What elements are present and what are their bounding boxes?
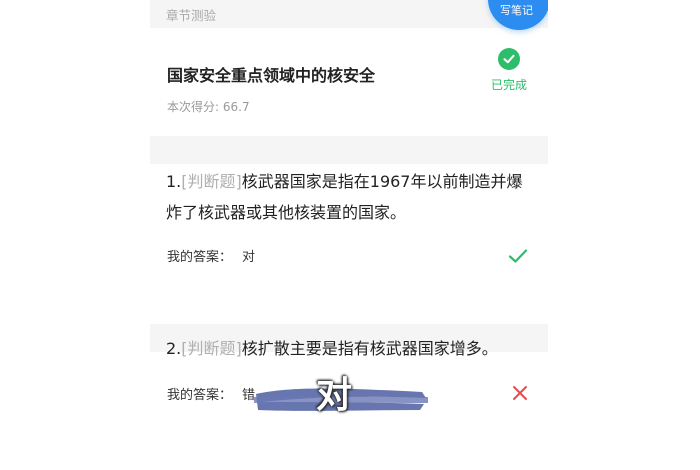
write-note-label: 写笔记 [500, 4, 533, 17]
question-number: 1. [166, 172, 182, 191]
section-title: 章节测验 [166, 7, 217, 23]
card-gap [150, 136, 548, 164]
overlay-caption: 对 [316, 375, 353, 416]
question-type: [判断题] [181, 339, 242, 358]
completed-label: 已完成 [490, 78, 527, 92]
question-card-3-partial [150, 440, 548, 470]
wrong-cross-icon [509, 382, 531, 404]
quiz-title: 国家安全重点领域中的核安全 [167, 66, 376, 85]
answer-row-1: 我的答案： 对 [167, 246, 255, 265]
question-1-text-block: 1.[判断题]核武器国家是指在1967年以前制造并爆炸了核武器或其他核装置的国家… [166, 166, 536, 228]
completed-status: 已完成 [486, 48, 532, 93]
question-2-text-block: 2.[判断题]核扩散主要是指有核武器国家增多。 [166, 333, 536, 364]
answer-value: 对 [242, 250, 256, 265]
correct-check-icon [507, 245, 529, 267]
answer-row-2: 我的答案：错 [167, 384, 255, 403]
screen: 章节测验 写笔记 国家安全重点领域中的核安全 本次得分: 66.7 已完成 1.… [0, 0, 700, 470]
question-type: [判断题] [181, 172, 242, 191]
question-text: 核扩散主要是指有核武器国家增多。 [241, 339, 498, 358]
answer-label: 我的答案： [167, 250, 233, 265]
question-number: 2. [166, 339, 182, 358]
quiz-score: 本次得分: 66.7 [167, 100, 250, 114]
check-circle-icon [498, 48, 520, 70]
answer-label: 我的答案： [167, 388, 233, 403]
